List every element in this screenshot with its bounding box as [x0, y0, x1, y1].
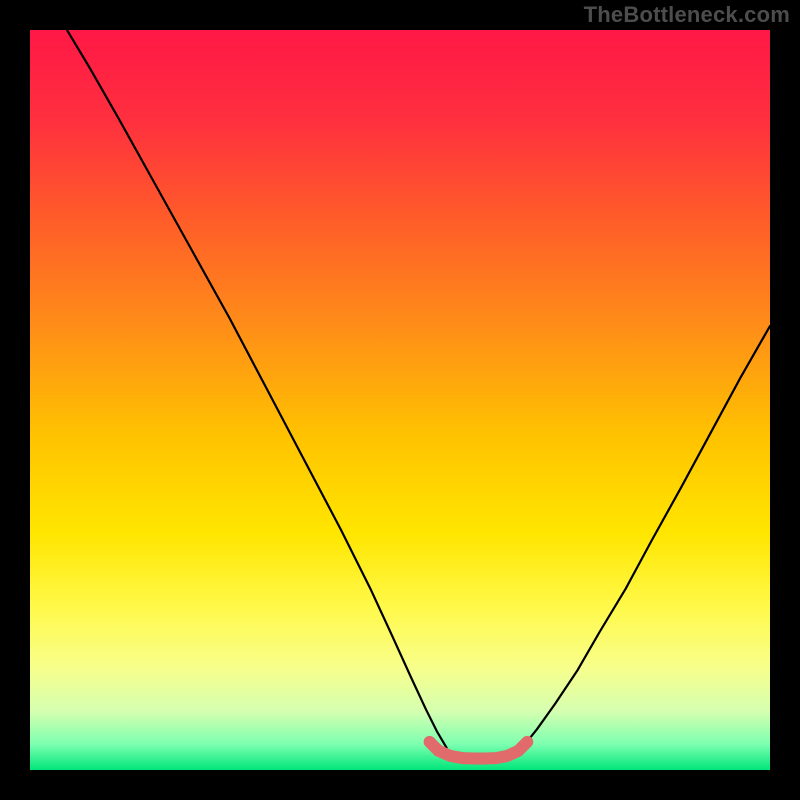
watermark-text: TheBottleneck.com — [584, 2, 790, 28]
bottleneck-chart — [0, 0, 800, 800]
gradient-background — [30, 30, 770, 770]
chart-frame: TheBottleneck.com — [0, 0, 800, 800]
